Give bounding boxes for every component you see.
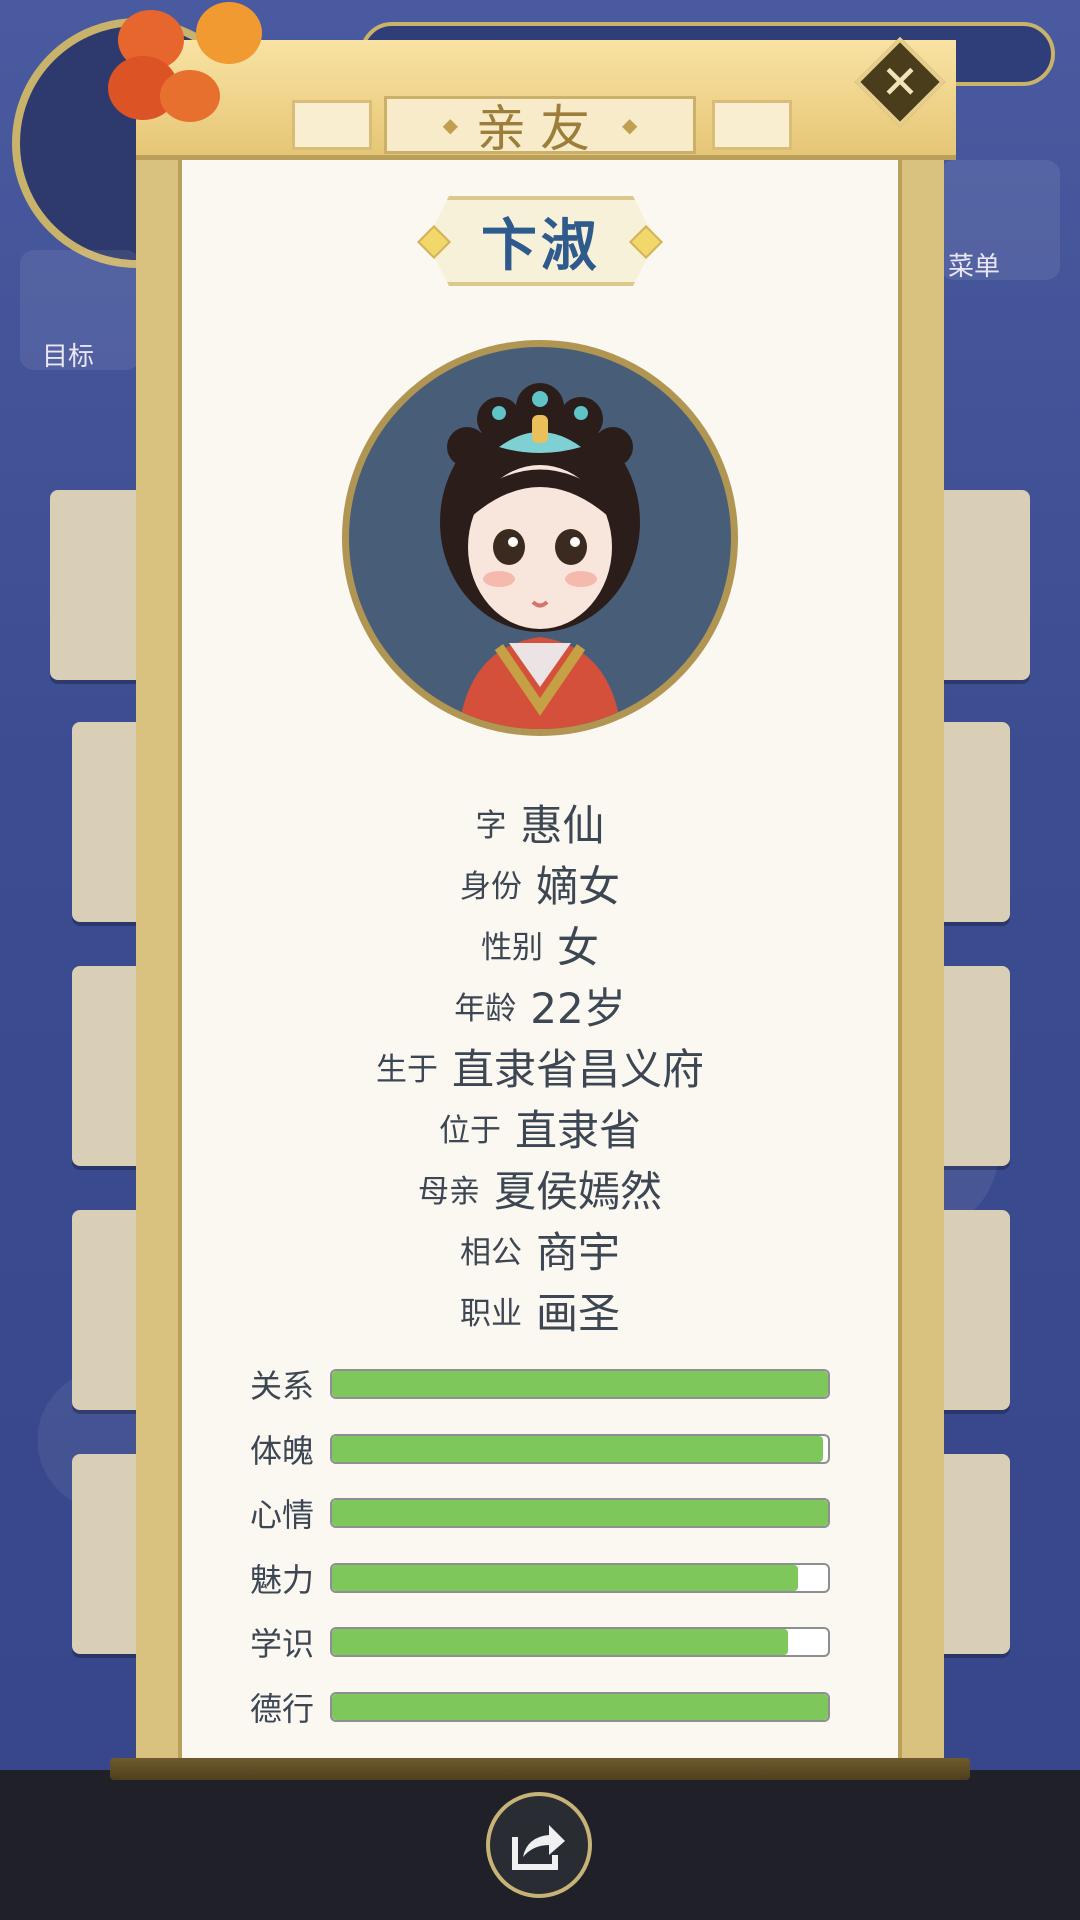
stat-row: 心情 <box>250 1481 830 1546</box>
dialog-title-text: 亲友 <box>476 100 604 158</box>
info-row-occupation: 职业 画圣 <box>178 1280 902 1341</box>
info-value: 22岁 <box>530 984 626 1033</box>
dialog-title: ◆ 亲友 ◆ <box>384 96 696 158</box>
stat-bar <box>330 1498 830 1529</box>
stat-bar-fill <box>332 1629 789 1656</box>
info-row-husband: 相公 商宇 <box>178 1219 902 1280</box>
stat-bar <box>330 1433 830 1464</box>
info-label: 性别 <box>480 930 543 966</box>
character-info: 字 惠仙 身份 嫡女 性别 女 年龄 22岁 生于 直隶省昌义府 位于 直隶省 … <box>178 792 902 1341</box>
stat-bar <box>330 1691 830 1722</box>
persimmon-icon <box>196 2 262 64</box>
info-value: 嫡女 <box>535 862 620 911</box>
info-label: 字 <box>475 808 507 844</box>
info-value: 惠仙 <box>520 801 605 850</box>
info-label: 相公 <box>459 1235 522 1271</box>
share-button[interactable] <box>486 1792 592 1898</box>
info-row-courtesy-name: 字 惠仙 <box>178 792 902 853</box>
stat-row: 德行 <box>250 1675 830 1740</box>
info-row-birthplace: 生于 直隶省昌义府 <box>178 1036 902 1097</box>
menu-label: 菜单 <box>948 252 1001 282</box>
stat-label: 德行 <box>250 1689 315 1728</box>
info-label: 职业 <box>459 1296 522 1332</box>
stat-bar <box>330 1562 830 1593</box>
character-stats: 关系 体魄 心情 魅力 学识 德行 <box>250 1352 830 1739</box>
info-row-identity: 身份 嫡女 <box>178 853 902 914</box>
header-ornament <box>292 100 372 150</box>
info-value: 直隶省 <box>514 1106 641 1155</box>
info-label: 母亲 <box>417 1174 480 1210</box>
stat-label: 心情 <box>250 1496 315 1535</box>
info-label: 年龄 <box>454 991 517 1027</box>
persimmon-icon <box>160 70 220 122</box>
info-value: 商宇 <box>535 1228 620 1277</box>
info-label: 生于 <box>375 1052 438 1088</box>
info-value: 直隶省昌义府 <box>451 1045 704 1094</box>
stat-label: 关系 <box>250 1367 315 1406</box>
info-row-gender: 性别 女 <box>178 914 902 975</box>
info-label: 位于 <box>438 1113 501 1149</box>
stat-row: 学识 <box>250 1610 830 1675</box>
stat-bar <box>330 1369 830 1400</box>
info-row-age: 年龄 22岁 <box>178 975 902 1036</box>
stat-label: 魅力 <box>250 1560 315 1599</box>
share-icon <box>512 1825 565 1870</box>
info-row-mother: 母亲 夏侯嫣然 <box>178 1158 902 1219</box>
info-label: 身份 <box>459 869 522 905</box>
info-row-location: 位于 直隶省 <box>178 1097 902 1158</box>
stat-bar-fill <box>332 1435 824 1462</box>
stat-bar-fill <box>332 1500 828 1527</box>
close-x-icon[interactable]: ✕ <box>868 50 932 114</box>
stat-bar <box>330 1627 830 1658</box>
character-portrait <box>342 340 738 736</box>
stat-label: 学识 <box>250 1625 315 1664</box>
info-value: 画圣 <box>535 1289 620 1338</box>
stat-row: 魅力 <box>250 1546 830 1611</box>
character-name: 卞淑 <box>481 213 601 279</box>
info-value: 女 <box>556 923 599 972</box>
info-value: 夏侯嫣然 <box>493 1167 662 1216</box>
stat-label: 体魄 <box>250 1431 315 1470</box>
stat-row: 体魄 <box>250 1417 830 1482</box>
stat-bar-fill <box>332 1564 799 1591</box>
portrait-illustration <box>440 383 640 729</box>
target-label: 目标 <box>42 342 95 372</box>
stat-bar-fill <box>332 1371 828 1398</box>
stat-bar-fill <box>332 1693 828 1720</box>
character-name-plate: 卞淑 <box>426 196 656 286</box>
scroll-rod <box>110 1758 970 1780</box>
header-ornament <box>712 100 792 150</box>
stat-row: 关系 <box>250 1352 830 1417</box>
